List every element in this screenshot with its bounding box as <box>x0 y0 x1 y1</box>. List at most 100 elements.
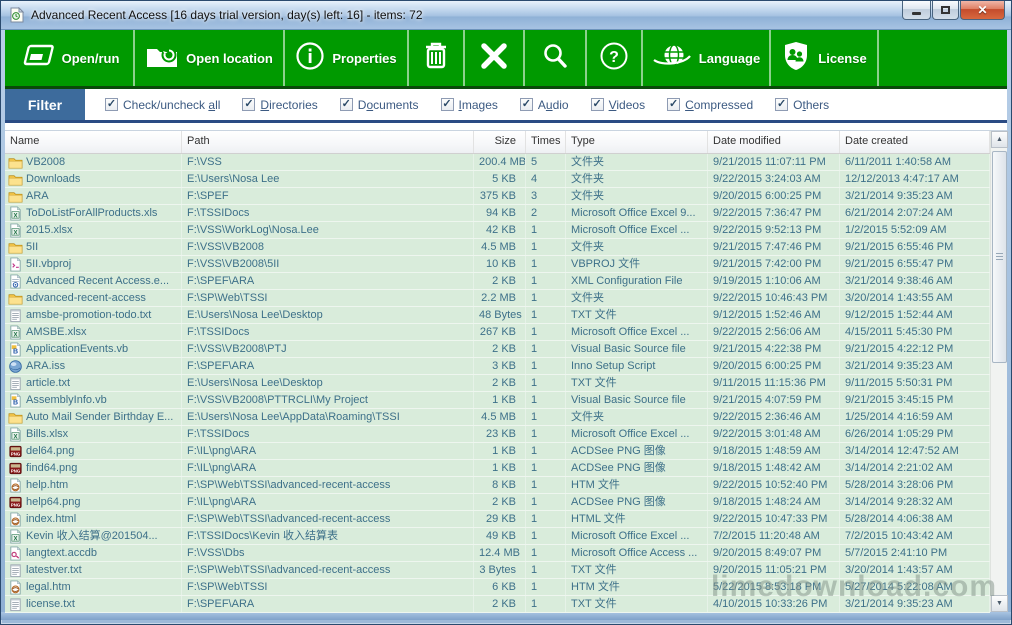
table-row[interactable]: ARAF:\SPEF375 KB3文件夹9/20/2015 6:00:25 PM… <box>5 188 990 205</box>
table-row[interactable]: XKevin 收入结算@201504...F:\TSSIDocs\Kevin 收… <box>5 528 990 545</box>
column-header-date-modified[interactable]: Date modified <box>708 131 840 153</box>
file-created-cell: 3/14/2014 2:21:02 AM <box>840 460 990 476</box>
table-row[interactable]: PNGfind64.pngF:\IL\png\ARA1 KB1ACDSee PN… <box>5 460 990 477</box>
open-location-icon <box>145 42 179 75</box>
table-row[interactable]: latestver.txt F:\SP\Web\TSSI\advanced-rec… <box>5 562 990 579</box>
scroll-up-button[interactable]: ▲ <box>991 131 1008 148</box>
table-row[interactable]: XToDoListForAllProducts.xlsF:\TSSIDocs94… <box>5 205 990 222</box>
file-name-cell: PNGfind64.png <box>5 460 182 476</box>
file-name: 5II.vbproj <box>26 256 71 272</box>
filter-checkbox-videos[interactable]: ✓Videos <box>591 98 645 112</box>
file-name: advanced-recent-access <box>26 290 146 306</box>
file-modified-cell: 9/21/2015 7:47:46 PM <box>708 239 840 255</box>
file-path-cell: E:\Users\Nosa Lee <box>182 171 474 187</box>
clear-button[interactable] <box>465 30 525 86</box>
table-row[interactable]: VB2008F:\VSS200.4 MB5文件夹9/21/2015 11:07:… <box>5 154 990 171</box>
table-row[interactable]: 5IIF:\VSS\VB20084.5 MB1文件夹9/21/2015 7:47… <box>5 239 990 256</box>
filter-checkbox-compressed[interactable]: ✓Compressed <box>667 98 753 112</box>
file-name-cell: PNGdel64.png <box>5 443 182 459</box>
vb-icon: B <box>8 393 23 408</box>
filter-checkbox-audio[interactable]: ✓Audio <box>520 98 569 112</box>
table-row[interactable]: XAMSBE.xlsxF:\TSSIDocs267 KB1Microsoft O… <box>5 324 990 341</box>
file-size-cell: 2 KB <box>474 494 526 510</box>
table-row[interactable]: license.txtF:\SPEF\ARA2 KB1TXT 文件4/10/20… <box>5 596 990 613</box>
column-header-name[interactable]: Name <box>5 131 182 153</box>
file-path-cell: F:\IL\png\ARA <box>182 494 474 510</box>
table-row[interactable]: index.htmlF:\SP\Web\TSSI\advanced-recent… <box>5 511 990 528</box>
table-row[interactable]: help.htmF:\SP\Web\TSSI\advanced-recent-a… <box>5 477 990 494</box>
file-type-cell: VBPROJ 文件 <box>566 256 708 272</box>
htm-icon <box>8 512 23 527</box>
maximize-button[interactable] <box>932 1 959 20</box>
language-icon <box>652 41 692 76</box>
table-row[interactable]: BAssemblyInfo.vbF:\VSS\VB2008\PTTRCLI\My… <box>5 392 990 409</box>
table-row[interactable]: ARA.issF:\SPEF\ARA3 KB1Inno Setup Script… <box>5 358 990 375</box>
filter-checkbox-directories[interactable]: ✓Directories <box>242 98 317 112</box>
open-location-button[interactable]: Open location <box>135 30 285 86</box>
file-type-cell: Microsoft Office Excel ... <box>566 426 708 442</box>
file-name-cell: article.txt <box>5 375 182 391</box>
table-row[interactable]: PNGhelp64.pngF:\IL\png\ARA2 KB1ACDSee PN… <box>5 494 990 511</box>
column-header-times[interactable]: Times <box>526 131 566 153</box>
help-button[interactable]: ? <box>587 30 643 86</box>
table-row[interactable]: X2015.xlsxF:\VSS\WorkLog\Nosa.Lee42 KB1M… <box>5 222 990 239</box>
title-bar: Advanced Recent Access [16 days trial ve… <box>1 1 1011 30</box>
filter-checkbox-label: Check/uncheck all <box>123 98 220 112</box>
file-name-cell: Auto Mail Sender Birthday E... <box>5 409 182 425</box>
scroll-down-button[interactable]: ▼ <box>991 595 1008 612</box>
table-row[interactable]: amsbe-promotion-todo.txtE:\Users\Nosa Le… <box>5 307 990 324</box>
png-icon: PNG <box>8 461 23 476</box>
table-row[interactable]: XBills.xlsxF:\TSSIDocs23 KB1Microsoft Of… <box>5 426 990 443</box>
column-header-type[interactable]: Type <box>566 131 708 153</box>
svg-text:X: X <box>13 433 17 440</box>
filter-checkbox-documents[interactable]: ✓Documents <box>340 98 419 112</box>
table-row[interactable]: 5II.vbprojF:\VSS\VB2008\5II10 KB1VBPROJ … <box>5 256 990 273</box>
file-times-cell: 2 <box>526 205 566 221</box>
language-button[interactable]: Language <box>643 30 771 86</box>
close-button[interactable]: ✕ <box>960 1 1005 20</box>
table-row[interactable]: PNGdel64.pngF:\IL\png\ARA1 KB1ACDSee PNG… <box>5 443 990 460</box>
txt-icon <box>8 308 23 323</box>
svg-text:B: B <box>13 348 18 355</box>
license-button[interactable]: License <box>771 30 879 86</box>
checkbox-icon: ✓ <box>340 98 353 111</box>
table-row[interactable]: Advanced Recent Access.e...F:\SPEF\ARA2 … <box>5 273 990 290</box>
table-row[interactable]: langtext.accdbF:\VSS\Dbs12.4 MB1Microsof… <box>5 545 990 562</box>
table-row[interactable]: BApplicationEvents.vbF:\VSS\VB2008\PTJ2 … <box>5 341 990 358</box>
file-name: Auto Mail Sender Birthday E... <box>26 409 173 425</box>
file-path-cell: F:\SP\Web\TSSI\advanced-recent-access <box>182 562 474 578</box>
scroll-thumb[interactable] <box>992 151 1007 363</box>
column-header-size[interactable]: Size <box>474 131 526 153</box>
filter-checkbox-others[interactable]: ✓Others <box>775 98 829 112</box>
file-name-cell: amsbe-promotion-todo.txt <box>5 307 182 323</box>
file-name-cell: XAMSBE.xlsx <box>5 324 182 340</box>
file-created-cell: 6/11/2011 1:40:58 AM <box>840 154 990 170</box>
checkbox-icon: ✓ <box>105 98 118 111</box>
file-path-cell: F:\TSSIDocs\Kevin 收入结算表 <box>182 528 474 544</box>
filter-checkbox-images[interactable]: ✓Images <box>441 98 498 112</box>
file-path-cell: F:\VSS\Dbs <box>182 545 474 561</box>
search-button[interactable] <box>525 30 587 86</box>
filter-tab[interactable]: Filter <box>5 89 85 120</box>
window-title: Advanced Recent Access [16 days trial ve… <box>31 8 423 22</box>
table-row[interactable]: Auto Mail Sender Birthday E...E:\Users\N… <box>5 409 990 426</box>
table-row[interactable]: advanced-recent-accessF:\SP\Web\TSSI2.2 … <box>5 290 990 307</box>
column-header-date-created[interactable]: Date created <box>840 131 990 153</box>
vertical-scrollbar[interactable]: ▲ ▼ <box>990 131 1007 612</box>
minimize-button[interactable] <box>902 1 931 20</box>
file-name: 5II <box>26 239 38 255</box>
file-name: latestver.txt <box>26 562 82 578</box>
file-size-cell: 1 KB <box>474 443 526 459</box>
column-header-path[interactable]: Path <box>182 131 474 153</box>
delete-button[interactable] <box>409 30 465 86</box>
table-row[interactable]: article.txtE:\Users\Nosa Lee\Desktop2 KB… <box>5 375 990 392</box>
open-run-button[interactable]: Open/run <box>5 30 135 86</box>
properties-button[interactable]: Properties <box>285 30 409 86</box>
file-size-cell: 12.4 MB <box>474 545 526 561</box>
filter-checkbox-check-uncheck-all[interactable]: ✓ Check/uncheck all <box>105 98 220 112</box>
file-created-cell: 9/12/2015 1:52:44 AM <box>840 307 990 323</box>
file-times-cell: 1 <box>526 256 566 272</box>
file-name: amsbe-promotion-todo.txt <box>26 307 151 323</box>
table-row[interactable]: legal.htmF:\SP\Web\TSSI6 KB1HTM 文件5/22/2… <box>5 579 990 596</box>
table-row[interactable]: DownloadsE:\Users\Nosa Lee5 KB4文件夹9/22/2… <box>5 171 990 188</box>
